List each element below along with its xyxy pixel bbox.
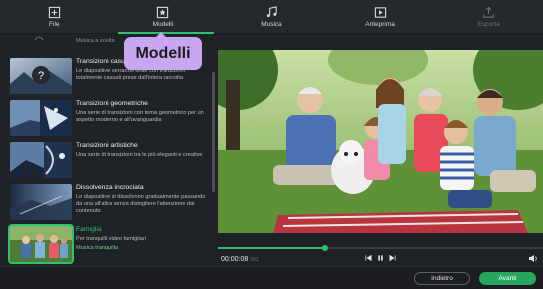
template-thumbnail [10, 142, 72, 178]
template-description: Le diapositive verranno unite con transi… [76, 68, 185, 81]
playback-time: 00:00:08 581 [221, 256, 259, 263]
playback-controls [365, 254, 396, 262]
tab-export-label: Esporta [477, 20, 500, 28]
current-time: 00:00:08 [221, 256, 249, 263]
template-title: Transizioni artistiche [76, 142, 138, 149]
template-thumbnail [10, 100, 72, 136]
app-window: File Modelli Musica Anteprima Esporta Mu… [0, 0, 543, 289]
music-note-icon [266, 5, 277, 17]
tab-templates-label: Modelli [152, 20, 174, 28]
tab-preview[interactable]: Anteprima [326, 0, 435, 33]
tab-music-label: Musica [261, 20, 282, 28]
tab-music[interactable]: Musica [217, 0, 326, 33]
next-icon[interactable] [389, 254, 396, 262]
sidebar-scrollbar[interactable] [212, 72, 215, 192]
previous-icon[interactable] [365, 254, 372, 262]
templates-icon [157, 6, 169, 18]
template-thumbnail [10, 184, 72, 220]
template-category: Musica tranquilla [76, 245, 118, 251]
tab-export[interactable]: Esporta [434, 0, 543, 33]
template-description: Le diapositive si dissolvono gradualment… [76, 194, 206, 214]
current-time-frames: 581 [250, 257, 259, 263]
volume-icon[interactable] [528, 254, 538, 263]
main-toolbar: File Modelli Musica Anteprima Esporta [0, 0, 543, 34]
template-thumbnail [8, 224, 74, 264]
template-crossfade[interactable]: Dissolvenza incrociata Le diapositive si… [0, 182, 212, 223]
template-description: Una serie di transizioni tra le più eleg… [76, 152, 203, 158]
tab-tooltip: Modelli [124, 32, 202, 70]
pause-icon[interactable] [377, 254, 384, 262]
tab-preview-label: Anteprima [365, 20, 395, 28]
template-thumbnail: ? [10, 58, 72, 94]
template-geometric-transitions[interactable]: Transizioni geometriche Una serie di tra… [0, 98, 212, 139]
playback-progress-fill [218, 247, 326, 249]
tab-file[interactable]: File [0, 0, 109, 33]
next-button[interactable]: Avanti [479, 272, 536, 285]
svg-text:?: ? [38, 70, 44, 82]
template-artistic-transitions[interactable]: Transizioni artistiche Una serie di tran… [0, 140, 212, 181]
tab-file-label: File [49, 20, 60, 28]
template-description: Per tranquilli video famigliari [76, 236, 146, 242]
file-add-icon [48, 6, 60, 18]
template-family[interactable]: Famiglia Per tranquilli video famigliari… [0, 224, 212, 265]
back-button[interactable]: Indietro [414, 272, 470, 285]
template-title: Transizioni geometriche [76, 100, 148, 107]
previous-item-category: Musica a scelta [76, 38, 115, 44]
playback-progress-bar[interactable] [218, 245, 543, 251]
music-folder-icon [34, 36, 44, 41]
export-icon [483, 6, 494, 18]
template-description: Una serie di transizioni con tema geomet… [76, 110, 204, 123]
tab-templates[interactable]: Modelli [109, 0, 218, 33]
template-title: Dissolvenza incrociata [76, 184, 144, 191]
playback-scrubber-knob[interactable] [322, 245, 329, 251]
template-title: Famiglia [76, 226, 102, 233]
family-photo [218, 50, 543, 233]
play-preview-icon [374, 6, 386, 18]
video-preview[interactable] [218, 50, 543, 233]
